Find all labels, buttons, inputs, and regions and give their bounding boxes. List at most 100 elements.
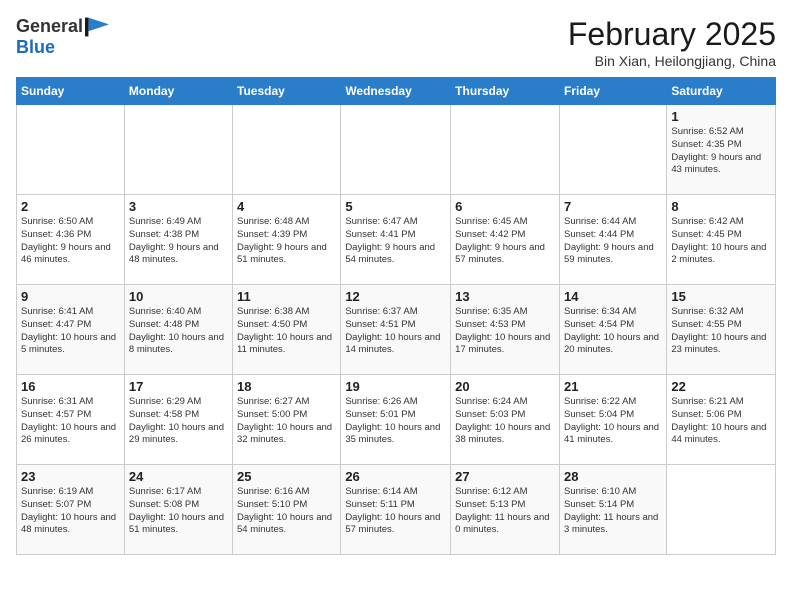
calendar-cell: 22 Sunrise: 6:21 AM Sunset: 5:06 PM Dayli… [667, 375, 776, 465]
day-info: Sunrise: 6:26 AM Sunset: 5:01 PM Dayligh… [345, 396, 446, 447]
day-number: 20 [455, 379, 555, 394]
day-number: 17 [129, 379, 228, 394]
header-day-thursday: Thursday [451, 78, 560, 105]
day-info: Sunrise: 6:48 AM Sunset: 4:39 PM Dayligh… [237, 216, 336, 267]
day-number: 19 [345, 379, 446, 394]
calendar-cell: 26Sunrise: 6:14 AM Sunset: 5:11 PM Dayli… [341, 465, 451, 555]
calendar-cell [233, 105, 341, 195]
calendar-cell [341, 105, 451, 195]
day-number: 23 [21, 469, 120, 484]
calendar-cell [17, 105, 125, 195]
calendar-cell: 20 Sunrise: 6:24 AM Sunset: 5:03 PM Dayli… [451, 375, 560, 465]
day-number: 10 [129, 289, 228, 304]
calendar-cell: 18 Sunrise: 6:27 AM Sunset: 5:00 PM Dayli… [233, 375, 341, 465]
calendar-header-row: SundayMondayTuesdayWednesdayThursdayFrid… [17, 78, 776, 105]
logo-blue: Blue [16, 37, 55, 58]
day-info: Sunrise: 6:47 AM Sunset: 4:41 PM Dayligh… [345, 216, 446, 267]
day-info: Sunrise: 6:12 AM Sunset: 5:13 PM Dayligh… [455, 486, 555, 537]
day-number: 22 [671, 379, 771, 394]
day-number: 16 [21, 379, 120, 394]
day-number: 7 [564, 199, 662, 214]
day-info: Sunrise: 6:29 AM Sunset: 4:58 PM Dayligh… [129, 396, 228, 447]
day-info: Sunrise: 6:17 AM Sunset: 5:08 PM Dayligh… [129, 486, 228, 537]
day-info: Sunrise: 6:45 AM Sunset: 4:42 PM Dayligh… [455, 216, 555, 267]
day-number: 1 [671, 109, 771, 124]
calendar-cell: 21 Sunrise: 6:22 AM Sunset: 5:04 PM Dayli… [559, 375, 666, 465]
calendar-week-row: 23 Sunrise: 6:19 AM Sunset: 5:07 PM Dayli… [17, 465, 776, 555]
title-area: February 2025 Bin Xian, Heilongjiang, Ch… [568, 16, 776, 69]
calendar-table: SundayMondayTuesdayWednesdayThursdayFrid… [16, 77, 776, 555]
day-info: Sunrise: 6:24 AM Sunset: 5:03 PM Dayligh… [455, 396, 555, 447]
calendar-cell [124, 105, 232, 195]
calendar-cell: 11 Sunrise: 6:38 AM Sunset: 4:50 PM Dayli… [233, 285, 341, 375]
calendar-cell: 1 Sunrise: 6:52 AM Sunset: 4:35 PM Daylig… [667, 105, 776, 195]
day-number: 25 [237, 469, 336, 484]
calendar-cell: 23 Sunrise: 6:19 AM Sunset: 5:07 PM Dayli… [17, 465, 125, 555]
calendar-cell [559, 105, 666, 195]
calendar-cell: 3 Sunrise: 6:49 AM Sunset: 4:38 PM Daylig… [124, 195, 232, 285]
day-info: Sunrise: 6:50 AM Sunset: 4:36 PM Dayligh… [21, 216, 120, 267]
calendar-cell: 10 Sunrise: 6:40 AM Sunset: 4:48 PM Dayli… [124, 285, 232, 375]
day-number: 3 [129, 199, 228, 214]
logo-flag-icon [85, 17, 109, 37]
header-day-tuesday: Tuesday [233, 78, 341, 105]
day-info: Sunrise: 6:31 AM Sunset: 4:57 PM Dayligh… [21, 396, 120, 447]
day-number: 27 [455, 469, 555, 484]
calendar-cell: 8 Sunrise: 6:42 AM Sunset: 4:45 PM Daylig… [667, 195, 776, 285]
day-info: Sunrise: 6:35 AM Sunset: 4:53 PM Dayligh… [455, 306, 555, 357]
calendar-week-row: 9Sunrise: 6:41 AM Sunset: 4:47 PM Daylig… [17, 285, 776, 375]
calendar-cell: 16 Sunrise: 6:31 AM Sunset: 4:57 PM Dayli… [17, 375, 125, 465]
calendar-cell: 17 Sunrise: 6:29 AM Sunset: 4:58 PM Dayli… [124, 375, 232, 465]
day-number: 14 [564, 289, 662, 304]
calendar-cell: 14 Sunrise: 6:34 AM Sunset: 4:54 PM Dayli… [559, 285, 666, 375]
calendar-cell: 9Sunrise: 6:41 AM Sunset: 4:47 PM Daylig… [17, 285, 125, 375]
calendar-cell: 6Sunrise: 6:45 AM Sunset: 4:42 PM Daylig… [451, 195, 560, 285]
day-number: 15 [671, 289, 771, 304]
logo: General Blue [16, 16, 109, 58]
day-info: Sunrise: 6:14 AM Sunset: 5:11 PM Dayligh… [345, 486, 446, 537]
header-day-saturday: Saturday [667, 78, 776, 105]
day-info: Sunrise: 6:40 AM Sunset: 4:48 PM Dayligh… [129, 306, 228, 357]
day-number: 24 [129, 469, 228, 484]
day-info: Sunrise: 6:38 AM Sunset: 4:50 PM Dayligh… [237, 306, 336, 357]
day-info: Sunrise: 6:22 AM Sunset: 5:04 PM Dayligh… [564, 396, 662, 447]
calendar-week-row: 1 Sunrise: 6:52 AM Sunset: 4:35 PM Daylig… [17, 105, 776, 195]
day-number: 28 [564, 469, 662, 484]
location-title: Bin Xian, Heilongjiang, China [568, 53, 776, 69]
calendar-cell [667, 465, 776, 555]
calendar-cell: 25 Sunrise: 6:16 AM Sunset: 5:10 PM Dayli… [233, 465, 341, 555]
day-number: 18 [237, 379, 336, 394]
calendar-cell: 4 Sunrise: 6:48 AM Sunset: 4:39 PM Daylig… [233, 195, 341, 285]
header-day-wednesday: Wednesday [341, 78, 451, 105]
header-day-monday: Monday [124, 78, 232, 105]
day-number: 8 [671, 199, 771, 214]
day-info: Sunrise: 6:10 AM Sunset: 5:14 PM Dayligh… [564, 486, 662, 537]
day-info: Sunrise: 6:42 AM Sunset: 4:45 PM Dayligh… [671, 216, 771, 267]
calendar-week-row: 16 Sunrise: 6:31 AM Sunset: 4:57 PM Dayli… [17, 375, 776, 465]
day-number: 11 [237, 289, 336, 304]
day-info: Sunrise: 6:21 AM Sunset: 5:06 PM Dayligh… [671, 396, 771, 447]
calendar-cell: 7 Sunrise: 6:44 AM Sunset: 4:44 PM Daylig… [559, 195, 666, 285]
day-number: 4 [237, 199, 336, 214]
day-number: 2 [21, 199, 120, 214]
day-info: Sunrise: 6:49 AM Sunset: 4:38 PM Dayligh… [129, 216, 228, 267]
day-info: Sunrise: 6:44 AM Sunset: 4:44 PM Dayligh… [564, 216, 662, 267]
day-info: Sunrise: 6:52 AM Sunset: 4:35 PM Dayligh… [671, 126, 771, 177]
calendar-cell: 12Sunrise: 6:37 AM Sunset: 4:51 PM Dayli… [341, 285, 451, 375]
calendar-cell: 28 Sunrise: 6:10 AM Sunset: 5:14 PM Dayli… [559, 465, 666, 555]
day-info: Sunrise: 6:27 AM Sunset: 5:00 PM Dayligh… [237, 396, 336, 447]
calendar-cell: 13 Sunrise: 6:35 AM Sunset: 4:53 PM Dayli… [451, 285, 560, 375]
day-info: Sunrise: 6:34 AM Sunset: 4:54 PM Dayligh… [564, 306, 662, 357]
day-number: 5 [345, 199, 446, 214]
calendar-cell: 19 Sunrise: 6:26 AM Sunset: 5:01 PM Dayli… [341, 375, 451, 465]
day-number: 21 [564, 379, 662, 394]
calendar-cell [451, 105, 560, 195]
day-info: Sunrise: 6:41 AM Sunset: 4:47 PM Dayligh… [21, 306, 120, 357]
day-info: Sunrise: 6:16 AM Sunset: 5:10 PM Dayligh… [237, 486, 336, 537]
day-info: Sunrise: 6:19 AM Sunset: 5:07 PM Dayligh… [21, 486, 120, 537]
logo-general: General [16, 16, 83, 37]
day-number: 12 [345, 289, 446, 304]
header-day-sunday: Sunday [17, 78, 125, 105]
day-number: 13 [455, 289, 555, 304]
month-title: February 2025 [568, 16, 776, 53]
